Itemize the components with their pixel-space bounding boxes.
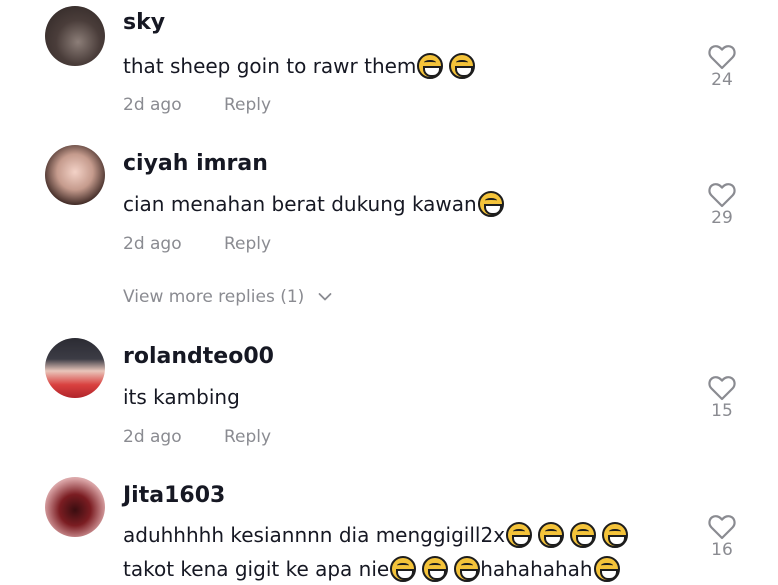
comment-text: that sheep goin to rawr them: [123, 51, 476, 82]
joy-emoji-icon: [570, 522, 597, 548]
comment-text-body: its kambing: [123, 385, 240, 409]
comment-meta: 2d ago Reply: [123, 234, 271, 254]
joy-emoji-icon: [506, 522, 533, 548]
joy-emoji-icon: [538, 522, 565, 548]
view-more-replies-label: View more replies (1): [123, 287, 305, 307]
comment-username[interactable]: sky: [123, 10, 165, 35]
joy-emoji-icon: [602, 522, 629, 548]
comment-text: takot kena gigit ke apa nie hahahahah: [123, 554, 620, 585]
like-count: 15: [711, 401, 733, 421]
like-button[interactable]: 16: [706, 514, 738, 560]
comment-text-line1: aduhhhhh kesiannnn dia menggigill2x: [123, 523, 506, 547]
chevron-down-icon: [318, 293, 332, 301]
comment-text-line2-end: hahahahah: [480, 557, 593, 581]
heart-outline-icon: [708, 376, 736, 401]
view-more-replies-button[interactable]: View more replies (1): [123, 287, 332, 307]
comment-meta: 2d ago Reply: [123, 427, 271, 447]
reply-button[interactable]: Reply: [224, 95, 271, 115]
like-count: 24: [711, 70, 733, 90]
comment-username[interactable]: Jita1603: [123, 483, 225, 508]
sweat-smile-emoji-icon: [477, 191, 504, 217]
comment-text-line2: takot kena gigit ke apa nie: [123, 557, 390, 581]
joy-emoji-icon: [422, 556, 449, 582]
comment-time: 2d ago: [123, 95, 182, 115]
comment-username[interactable]: ciyah imran: [123, 151, 268, 176]
heart-outline-icon: [708, 183, 736, 208]
avatar[interactable]: [45, 6, 105, 66]
comment-username[interactable]: rolandteo00: [123, 344, 274, 369]
like-button[interactable]: 29: [706, 182, 738, 228]
avatar[interactable]: [45, 145, 105, 205]
comment-text-body: that sheep goin to rawr them: [123, 54, 417, 78]
joy-emoji-icon: [449, 53, 476, 79]
avatar[interactable]: [45, 338, 105, 398]
comment-text-body: cian menahan berat dukung kawan: [123, 192, 477, 216]
comment-time: 2d ago: [123, 427, 182, 447]
comment-text: cian menahan berat dukung kawan: [123, 189, 504, 220]
reply-button[interactable]: Reply: [224, 234, 271, 254]
like-button[interactable]: 15: [706, 375, 738, 421]
joy-emoji-icon: [593, 556, 620, 582]
comment-text: its kambing: [123, 382, 240, 413]
joy-emoji-icon: [390, 556, 417, 582]
like-count: 29: [711, 208, 733, 228]
joy-emoji-icon: [417, 53, 444, 79]
like-button[interactable]: 24: [706, 44, 738, 90]
comment-time: 2d ago: [123, 234, 182, 254]
reply-button[interactable]: Reply: [224, 427, 271, 447]
comment-text: aduhhhhh kesiannnn dia menggigill2x: [123, 520, 629, 551]
heart-outline-icon: [708, 45, 736, 70]
joy-emoji-icon: [454, 556, 481, 582]
like-count: 16: [711, 540, 733, 560]
heart-outline-icon: [708, 515, 736, 540]
avatar[interactable]: [45, 477, 105, 537]
comment-meta: 2d ago Reply: [123, 95, 271, 115]
